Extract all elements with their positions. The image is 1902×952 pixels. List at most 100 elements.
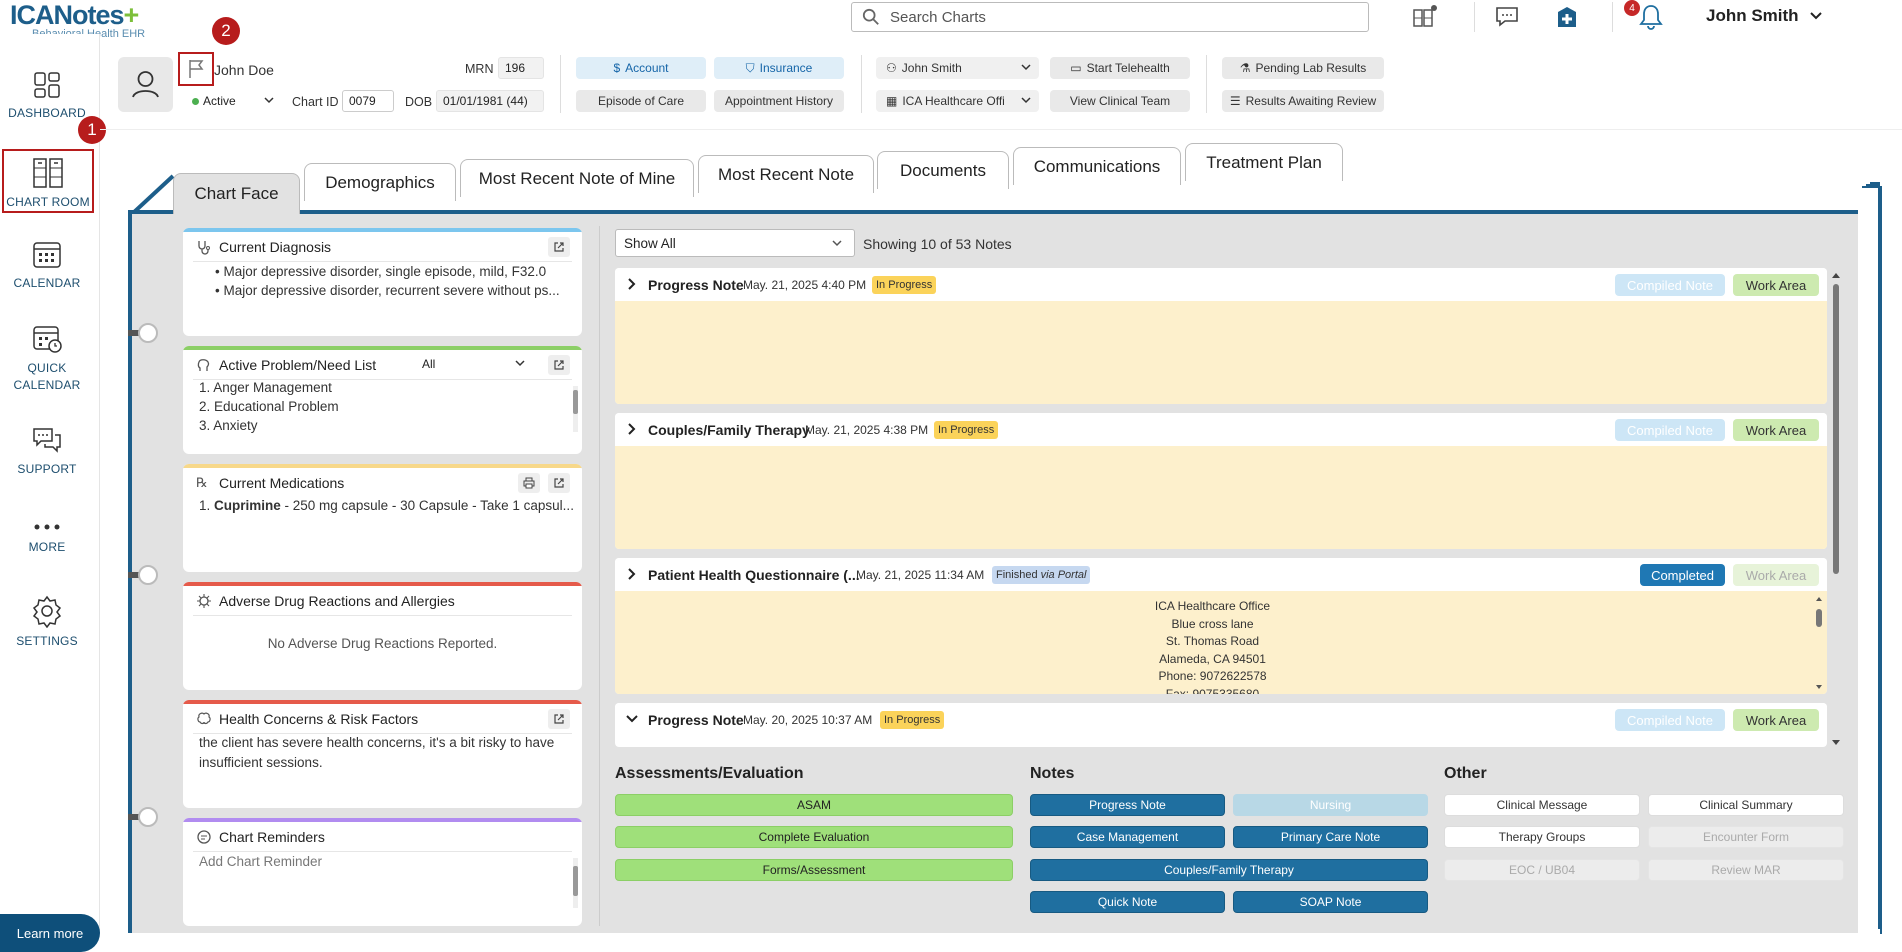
sidebar-item-settings[interactable]: SETTINGS xyxy=(0,594,94,648)
binder-corner xyxy=(130,174,175,214)
sidebar-item-calendar[interactable]: CALENDAR xyxy=(0,238,94,290)
provider-value: John Smith xyxy=(901,61,962,75)
nursing-button[interactable]: Nursing xyxy=(1233,794,1428,816)
sidebar-item-dashboard[interactable]: DASHBOARD xyxy=(0,70,94,120)
scrollbar[interactable] xyxy=(573,858,578,908)
add-patient-icon[interactable] xyxy=(1552,2,1582,32)
clinical-summary-button[interactable]: Clinical Summary xyxy=(1648,794,1844,816)
pending-lab-results-button[interactable]: ⚗ Pending Lab Results xyxy=(1222,57,1384,79)
insurance-button[interactable]: ⛉ Insurance xyxy=(714,57,844,79)
chart-cabinet-icon[interactable] xyxy=(1410,2,1440,32)
forms-assessment-button[interactable]: Forms/Assessment xyxy=(615,859,1013,881)
sidebar-item-support[interactable]: SUPPORT xyxy=(0,426,94,476)
tab-treatment-plan[interactable]: Treatment Plan xyxy=(1185,143,1343,181)
appointment-history-button[interactable]: Appointment History xyxy=(714,90,844,112)
quick-note-button[interactable]: Quick Note xyxy=(1030,891,1225,913)
user-menu[interactable]: John Smith xyxy=(1706,6,1823,26)
tab-communications[interactable]: Communications xyxy=(1013,147,1181,185)
chevron-right-icon[interactable] xyxy=(625,422,639,436)
problem-item[interactable]: 2. Educational Problem xyxy=(199,399,339,414)
results-awaiting-review-button[interactable]: ☰ Results Awaiting Review xyxy=(1222,90,1384,112)
couples-family-therapy-button[interactable]: Couples/Family Therapy xyxy=(1030,859,1428,881)
note-title: Progress Note xyxy=(648,277,744,293)
problem-item[interactable]: 1. Anger Management xyxy=(199,380,332,395)
open-external-icon[interactable] xyxy=(548,473,570,493)
medication-item[interactable]: 1. Cuprimine - 250 mg capsule - 30 Capsu… xyxy=(199,498,574,513)
open-external-icon[interactable] xyxy=(548,355,570,375)
view-clinical-team-button[interactable]: View Clinical Team xyxy=(1050,90,1190,112)
therapy-groups-button[interactable]: Therapy Groups xyxy=(1444,826,1640,848)
note-header[interactable]: Patient Health Questionnaire (... May. 2… xyxy=(615,558,1827,591)
soap-note-button[interactable]: SOAP Note xyxy=(1233,891,1428,913)
divider xyxy=(1612,2,1613,32)
note-date: May. 21, 2025 4:38 PM xyxy=(805,423,929,437)
add-reminder-input[interactable]: Add Chart Reminder xyxy=(199,854,322,869)
scrollbar[interactable] xyxy=(573,386,578,432)
patient-name[interactable]: John Doe xyxy=(214,62,274,78)
open-external-icon[interactable] xyxy=(548,237,570,257)
flag-button[interactable] xyxy=(178,52,214,86)
primary-care-note-button[interactable]: Primary Care Note xyxy=(1233,826,1428,848)
sidebar-item-chart-room[interactable]: CHART ROOM xyxy=(2,149,94,213)
learn-more-button[interactable]: Learn more xyxy=(0,914,100,952)
asam-button[interactable]: ASAM xyxy=(615,794,1013,816)
note-card[interactable]: Patient Health Questionnaire (... May. 2… xyxy=(615,558,1827,694)
encounter-form-button[interactable]: Encounter Form xyxy=(1648,826,1844,848)
office-select[interactable]: ▦ ICA Healthcare Offi xyxy=(876,90,1039,112)
status-select[interactable]: Active xyxy=(184,90,280,112)
chart-room-icon xyxy=(33,158,63,188)
account-button[interactable]: $ Account xyxy=(576,57,706,79)
chevron-down-icon[interactable] xyxy=(625,712,639,726)
sidebar-item-more[interactable]: MORE xyxy=(0,520,94,554)
tab-most-recent-note[interactable]: Most Recent Note xyxy=(698,155,874,193)
notes-scrollbar[interactable] xyxy=(1831,270,1841,748)
work-area-button[interactable]: Work Area xyxy=(1733,709,1819,731)
review-mar-button[interactable]: Review MAR xyxy=(1648,859,1844,881)
problem-item[interactable]: 3. Anxiety xyxy=(199,418,258,433)
completed-button[interactable]: Completed xyxy=(1640,564,1725,586)
diagnosis-item[interactable]: • Major depressive disorder, recurrent s… xyxy=(215,283,560,298)
note-header[interactable]: Progress Note May. 20, 2025 10:37 AM In … xyxy=(615,703,1827,736)
print-icon[interactable] xyxy=(518,473,540,493)
adverse-reactions-panel: Adverse Drug Reactions and Allergies No … xyxy=(183,582,582,690)
compiled-note-button[interactable]: Compiled Note xyxy=(1615,709,1725,731)
tab-most-recent-note-of-mine[interactable]: Most Recent Note of Mine xyxy=(460,159,694,197)
open-external-icon[interactable] xyxy=(548,709,570,729)
work-area-button[interactable]: Work Area xyxy=(1733,564,1819,586)
compiled-note-button[interactable]: Compiled Note xyxy=(1615,274,1725,296)
notes-filter-select[interactable]: Show All xyxy=(615,229,855,257)
note-card[interactable]: Progress Note May. 21, 2025 4:40 PM In P… xyxy=(615,268,1827,404)
tab-documents[interactable]: Documents xyxy=(877,151,1009,189)
patient-avatar[interactable] xyxy=(118,57,173,112)
episode-of-care-button[interactable]: Episode of Care xyxy=(576,90,706,112)
complete-evaluation-button[interactable]: Complete Evaluation xyxy=(615,826,1013,848)
problem-filter-select[interactable]: All xyxy=(416,352,531,376)
scrollbar[interactable] xyxy=(1815,595,1823,691)
sidebar-item-quick-calendar[interactable]: QUICK CALENDAR xyxy=(0,322,94,394)
eoc-ub04-button[interactable]: EOC / UB04 xyxy=(1444,859,1640,881)
note-header[interactable]: Progress Note May. 21, 2025 4:40 PM In P… xyxy=(615,268,1827,301)
chart-id-field[interactable]: 0079 xyxy=(342,90,394,112)
notifications-bell-icon[interactable] xyxy=(1636,2,1666,32)
note-card[interactable]: Progress Note May. 20, 2025 10:37 AM In … xyxy=(615,703,1827,747)
panel-accent xyxy=(183,346,582,350)
tab-demographics[interactable]: Demographics xyxy=(304,163,456,201)
note-card[interactable]: Couples/Family Therapy May. 21, 2025 4:3… xyxy=(615,413,1827,549)
messages-icon[interactable] xyxy=(1492,2,1522,32)
compiled-note-button[interactable]: Compiled Note xyxy=(1615,419,1725,441)
diagnosis-item[interactable]: • Major depressive disorder, single epis… xyxy=(215,264,546,279)
start-telehealth-button[interactable]: ▭ Start Telehealth xyxy=(1050,57,1190,79)
tab-chart-face[interactable]: Chart Face xyxy=(173,173,300,214)
note-header[interactable]: Couples/Family Therapy May. 21, 2025 4:3… xyxy=(615,413,1827,446)
progress-note-button[interactable]: Progress Note xyxy=(1030,794,1225,816)
case-management-button[interactable]: Case Management xyxy=(1030,826,1225,848)
chevron-right-icon[interactable] xyxy=(625,277,639,291)
search-input[interactable] xyxy=(890,7,1350,27)
clinical-message-button[interactable]: Clinical Message xyxy=(1444,794,1640,816)
building-icon: ▦ xyxy=(886,94,898,108)
chevron-right-icon[interactable] xyxy=(625,567,639,581)
work-area-button[interactable]: Work Area xyxy=(1733,274,1819,296)
provider-select[interactable]: ⚇ John Smith xyxy=(876,57,1039,79)
search-charts[interactable] xyxy=(851,2,1369,32)
work-area-button[interactable]: Work Area xyxy=(1733,419,1819,441)
